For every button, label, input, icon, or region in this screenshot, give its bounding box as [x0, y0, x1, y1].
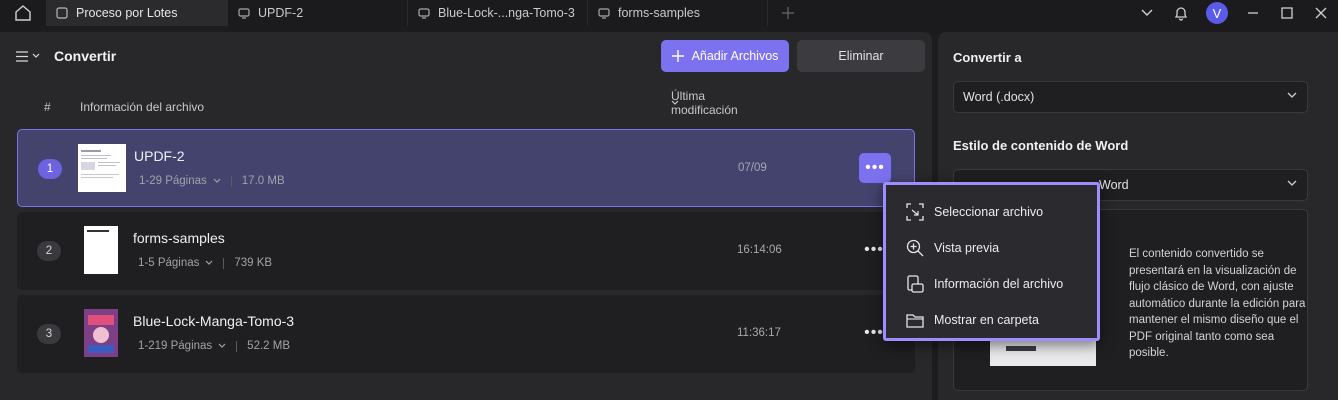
chevron-down-icon	[205, 260, 213, 265]
panel-header: Convertir Añadir Archivos Eliminar	[0, 40, 932, 72]
word-style-value: Word	[1099, 178, 1129, 192]
tab-forms[interactable]: forms-samples	[588, 0, 768, 26]
more-options-button[interactable]: •••	[859, 153, 891, 183]
menu-item-preview[interactable]: Vista previa	[886, 230, 1097, 266]
window-controls: V	[1130, 0, 1338, 26]
menu-item-show-folder[interactable]: Mostrar en carpeta	[886, 302, 1097, 338]
table-row[interactable]: 2 forms-samples 1-5 Páginas 739 KB 16:14…	[17, 212, 915, 290]
title-bar: Proceso por Lotes UPDF-2 Blue-Lock-...ng…	[0, 0, 1338, 26]
chevron-down-icon	[1287, 180, 1297, 186]
column-modified-sort[interactable]: Última modificación	[671, 89, 738, 117]
tab-list-button[interactable]	[1130, 0, 1164, 26]
column-modified-label: Última modificación	[671, 89, 738, 117]
file-name: Blue-Lock-Manga-Tomo-3	[133, 313, 295, 329]
table-row[interactable]: 1 UPDF-2 1-29 Páginas 17.0 MB 07/09 •••	[17, 129, 915, 207]
context-menu: Seleccionar archivo Vista previa Informa…	[883, 182, 1100, 341]
divider	[236, 340, 238, 352]
format-select[interactable]: Word (.docx)	[953, 81, 1308, 113]
file-list-panel: Convertir Añadir Archivos Eliminar # Inf…	[0, 32, 932, 400]
menu-button[interactable]	[16, 50, 40, 62]
modified-date: 11:36:17	[737, 327, 781, 339]
maximize-button[interactable]	[1270, 0, 1304, 26]
add-files-button[interactable]: Añadir Archivos	[661, 40, 789, 72]
chevron-down-icon	[32, 53, 40, 58]
row-number: 3	[37, 324, 61, 344]
file-meta: 1-219 Páginas 52.2 MB	[138, 340, 290, 352]
close-button[interactable]	[1304, 0, 1338, 26]
page-range[interactable]: 1-29 Páginas	[139, 175, 207, 187]
chevron-down-icon	[1287, 92, 1297, 98]
modified-date: 16:14:06	[737, 244, 782, 256]
tab-label: Proceso por Lotes	[76, 6, 178, 20]
file-size: 739 KB	[234, 257, 273, 269]
menu-item-label: Vista previa	[934, 241, 1000, 255]
folder-icon	[906, 314, 924, 328]
more-icon: •••	[865, 159, 885, 176]
row-number: 2	[37, 241, 61, 261]
plus-icon	[671, 50, 684, 62]
menu-item-label: Seleccionar archivo	[934, 205, 1044, 219]
new-tab-button[interactable]	[768, 0, 808, 26]
document-tab-icon	[418, 8, 430, 19]
delete-button[interactable]: Eliminar	[797, 40, 925, 72]
format-value: Word (.docx)	[963, 90, 1035, 104]
more-icon: •••	[864, 241, 884, 258]
column-number: #	[44, 100, 51, 114]
tab-batch[interactable]: Proceso por Lotes	[46, 0, 228, 26]
table-row[interactable]: 3 Blue-Lock-Manga-Tomo-3 1-219 Páginas 5…	[17, 295, 915, 373]
divider	[223, 257, 225, 269]
file-size: 52.2 MB	[247, 340, 290, 352]
chevron-down-icon	[1141, 9, 1153, 16]
avatar[interactable]: V	[1206, 2, 1228, 24]
select-frame-icon	[906, 203, 924, 221]
file-name: UPDF-2	[134, 148, 185, 164]
tab-label: forms-samples	[618, 6, 700, 20]
chevron-down-icon	[218, 343, 226, 348]
divider	[230, 175, 232, 187]
plus-icon	[782, 7, 794, 19]
minimize-icon	[1248, 12, 1258, 14]
zoom-in-icon	[906, 239, 924, 257]
document-tab-icon	[598, 8, 610, 19]
menu-item-file-info[interactable]: Información del archivo	[886, 266, 1097, 302]
bell-icon	[1174, 7, 1188, 21]
file-thumbnail	[84, 226, 118, 274]
page-range[interactable]: 1-5 Páginas	[138, 257, 199, 269]
convert-to-label: Convertir a	[953, 50, 1022, 65]
home-icon	[15, 5, 31, 21]
menu-item-label: Información del archivo	[934, 277, 1064, 291]
document-tab-icon	[238, 8, 250, 19]
tab-bluelock[interactable]: Blue-Lock-...nga-Tomo-3	[408, 0, 588, 26]
minimize-button[interactable]	[1236, 0, 1270, 26]
home-button[interactable]	[0, 0, 46, 26]
menu-item-label: Mostrar en carpeta	[934, 313, 1039, 327]
maximize-icon	[1281, 7, 1293, 19]
batch-icon	[56, 7, 68, 19]
close-icon	[1315, 7, 1327, 19]
menu-item-select-file[interactable]: Seleccionar archivo	[886, 194, 1097, 230]
chevron-down-icon	[213, 178, 221, 183]
file-info-icon	[907, 275, 924, 293]
column-file-info: Información del archivo	[80, 100, 205, 114]
style-description: El contenido convertido se presentará en…	[1129, 248, 1306, 359]
word-style-label: Estilo de contenido de Word	[953, 138, 1129, 153]
tab-label: Blue-Lock-...nga-Tomo-3	[438, 6, 575, 20]
file-thumbnail	[84, 309, 118, 357]
row-number: 1	[38, 159, 62, 179]
page-range[interactable]: 1-219 Páginas	[138, 340, 212, 352]
file-meta: 1-29 Páginas 17.0 MB	[139, 175, 285, 187]
modified-date: 07/09	[738, 162, 767, 174]
hamburger-icon	[16, 50, 28, 62]
file-size: 17.0 MB	[241, 175, 285, 187]
page-title: Convertir	[54, 48, 117, 64]
tab-updf2[interactable]: UPDF-2	[228, 0, 408, 26]
file-meta: 1-5 Páginas 739 KB	[138, 257, 272, 269]
notifications-button[interactable]	[1164, 0, 1198, 26]
file-thumbnail	[78, 144, 126, 192]
delete-label: Eliminar	[838, 49, 884, 63]
tab-label: UPDF-2	[258, 6, 304, 20]
more-icon: •••	[864, 324, 884, 341]
add-files-label: Añadir Archivos	[691, 49, 779, 63]
file-name: forms-samples	[133, 230, 225, 246]
